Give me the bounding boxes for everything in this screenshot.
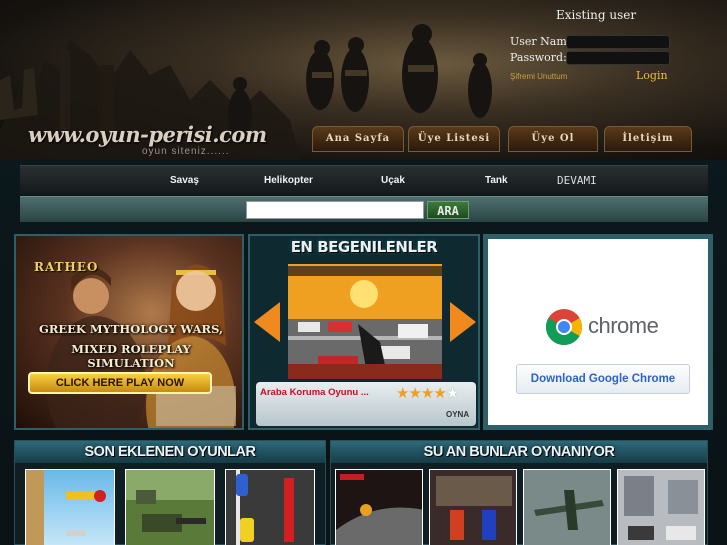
nav-member-list[interactable]: Üye Listesi (408, 126, 500, 152)
next-arrow-icon[interactable] (450, 302, 476, 342)
search-input[interactable] (246, 201, 424, 219)
star-icon: ★ (396, 385, 409, 402)
category-tank[interactable]: Tank (485, 175, 508, 186)
rating-stars: ★★★★★ (396, 384, 459, 402)
advert-headline-2: MIXED ROLEPLAY SIMULATION (71, 342, 191, 370)
advert-play-now-button[interactable]: CLICK HERE PLAY NOW (28, 372, 212, 394)
now-playing-section: SU AN BUNLAR OYNANIYOR (330, 440, 708, 545)
star-icon: ★ (420, 385, 434, 402)
star-icon: ★ (408, 385, 421, 402)
site-logo[interactable]: www.oyun-perisi.com (28, 122, 267, 147)
category-ucak[interactable]: Uçak (381, 175, 405, 186)
forgot-password-link[interactable]: Şifremi Unuttum (510, 72, 567, 81)
now-playing-title: SU AN BUNLAR OYNANIYOR (331, 441, 707, 463)
game-thumbnail[interactable] (617, 469, 705, 545)
latest-games-section: SON EKLENEN OYUNLAR (14, 440, 326, 545)
category-bar: Savaş Helikopter Uçak Tank DEVAMI (20, 165, 708, 194)
category-savas[interactable]: Savaş (170, 175, 199, 186)
nav-home[interactable]: Ana Sayfa (312, 126, 404, 152)
search-button[interactable]: ARA (427, 201, 469, 219)
login-button[interactable]: Login (636, 69, 668, 82)
download-chrome-button[interactable]: Download Google Chrome (516, 364, 690, 394)
password-label: Password: (510, 51, 567, 64)
password-input[interactable] (566, 51, 670, 65)
star-empty-icon: ★ (445, 385, 459, 402)
advert-brand-logo: RATHEO (34, 260, 99, 274)
game-thumbnail[interactable] (225, 469, 315, 545)
advert-headline-1: GREEK MYTHOLOGY WARS, (39, 322, 223, 336)
category-helikopter[interactable]: Helikopter (264, 175, 313, 186)
play-button[interactable]: OYNA (446, 410, 469, 419)
chrome-advert-content: chrome Download Google Chrome (488, 239, 708, 425)
star-icon: ★ (433, 385, 446, 402)
site-header: www.oyun-perisi.com oyun siteniz...... E… (0, 0, 727, 160)
featured-game-scene (288, 264, 442, 379)
game-thumbnail[interactable] (25, 469, 115, 545)
game-thumbnail[interactable] (125, 469, 215, 545)
featured-game-info: Araba Koruma Oyunu ... ★★★★★ OYNA (256, 382, 476, 426)
latest-games-title: SON EKLENEN OYUNLAR (15, 441, 325, 463)
chrome-logo-icon (545, 309, 583, 345)
username-input[interactable] (566, 35, 670, 49)
game-thumbnail[interactable] (523, 469, 611, 545)
featured-games-panel: EN BEGENILENLER Araba Koruma Oyunu ... ★… (248, 234, 480, 430)
featured-title: EN BEGENILENLER (290, 238, 438, 256)
game-advert-banner[interactable]: RATHEO GREEK MYTHOLOGY WARS, MIXED ROLEP… (14, 234, 244, 430)
prev-arrow-icon[interactable] (254, 302, 280, 342)
login-box: Existing user User Name: Password: Şifre… (508, 8, 718, 88)
game-thumbnail[interactable] (335, 469, 423, 545)
chrome-advert: chrome Download Google Chrome (483, 234, 713, 430)
login-title: Existing user (556, 8, 637, 22)
search-bar: ARA (20, 196, 708, 222)
game-thumbnail[interactable] (429, 469, 517, 545)
featured-game-title[interactable]: Araba Koruma Oyunu ... (260, 387, 369, 398)
chrome-brand-text: chrome (588, 313, 659, 338)
featured-game-screenshot[interactable] (288, 264, 442, 379)
category-more-link[interactable]: DEVAMI (557, 174, 597, 187)
nav-contact[interactable]: İletişim (604, 126, 692, 152)
page: www.oyun-perisi.com oyun siteniz...... E… (0, 0, 727, 545)
site-tagline: oyun siteniz...... (142, 146, 230, 157)
nav-register[interactable]: Üye Ol (508, 126, 598, 152)
